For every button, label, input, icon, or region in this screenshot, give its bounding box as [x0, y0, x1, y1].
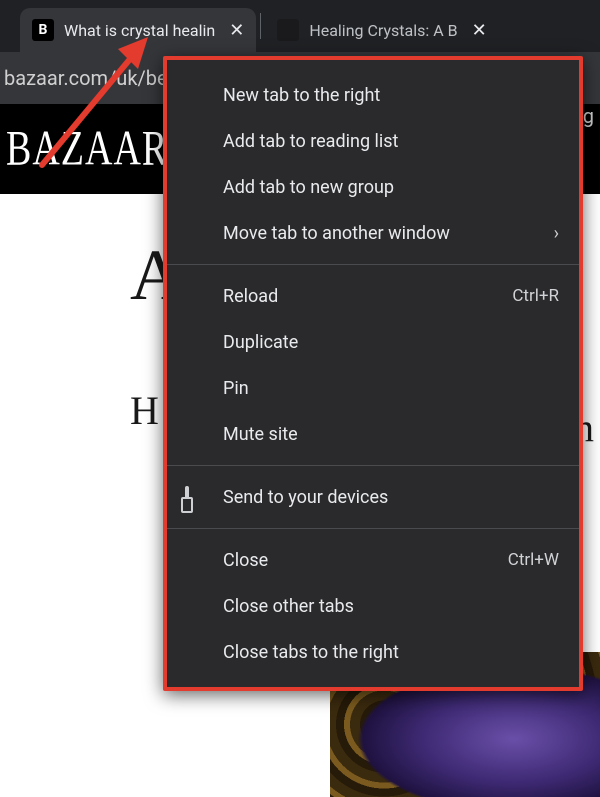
menu-label: Send to your devices: [223, 487, 559, 508]
close-icon[interactable]: ✕: [472, 20, 487, 41]
menu-label: Add tab to new group: [223, 177, 559, 198]
menu-label: Close: [223, 550, 508, 571]
menu-label: Duplicate: [223, 332, 559, 353]
menu-mute-site[interactable]: Mute site: [167, 411, 579, 457]
menu-send-devices[interactable]: Send to your devices: [167, 474, 579, 520]
menu-add-new-group[interactable]: Add tab to new group: [167, 164, 579, 210]
menu-label: Add tab to reading list: [223, 131, 559, 152]
url-text: bazaar.com/uk/be: [0, 66, 168, 90]
menu-label: Move tab to another window: [223, 223, 554, 244]
close-icon[interactable]: ✕: [229, 20, 244, 41]
menu-close[interactable]: Close Ctrl+W: [167, 537, 579, 583]
tab-title: What is crystal healin: [64, 21, 215, 40]
menu-label: Pin: [223, 378, 559, 399]
menu-accelerator: Ctrl+W: [508, 550, 559, 570]
site-logo[interactable]: BAZAAR: [6, 120, 168, 177]
browser-tab[interactable]: Healing Crystals: A B ✕: [265, 8, 498, 52]
favicon: [277, 19, 299, 41]
menu-separator: [167, 465, 579, 466]
menu-accelerator: Ctrl+R: [512, 286, 559, 306]
menu-new-tab-right[interactable]: New tab to the right: [167, 72, 579, 118]
chevron-right-icon: ›: [554, 223, 559, 244]
menu-separator: [167, 264, 579, 265]
tab-separator: [260, 13, 261, 39]
menu-label: Reload: [223, 286, 512, 307]
menu-separator: [167, 528, 579, 529]
menu-label: Mute site: [223, 424, 559, 445]
menu-close-other[interactable]: Close other tabs: [167, 583, 579, 629]
menu-close-right[interactable]: Close tabs to the right: [167, 629, 579, 675]
menu-reload[interactable]: Reload Ctrl+R: [167, 273, 579, 319]
url-overflow: g: [583, 104, 594, 128]
menu-label: Close other tabs: [223, 596, 559, 617]
menu-pin[interactable]: Pin: [167, 365, 579, 411]
tab-context-menu: New tab to the right Add tab to reading …: [163, 56, 583, 691]
menu-duplicate[interactable]: Duplicate: [167, 319, 579, 365]
tab-title: Healing Crystals: A B: [309, 21, 457, 40]
menu-add-reading-list[interactable]: Add tab to reading list: [167, 118, 579, 164]
menu-move-window[interactable]: Move tab to another window ›: [167, 210, 579, 256]
tab-strip: B What is crystal healin ✕ Healing Cryst…: [0, 0, 600, 52]
menu-label: Close tabs to the right: [223, 642, 559, 663]
devices-icon: [185, 488, 209, 506]
menu-label: New tab to the right: [223, 85, 559, 106]
browser-tab-active[interactable]: B What is crystal healin ✕: [20, 8, 256, 52]
favicon: B: [32, 19, 54, 41]
